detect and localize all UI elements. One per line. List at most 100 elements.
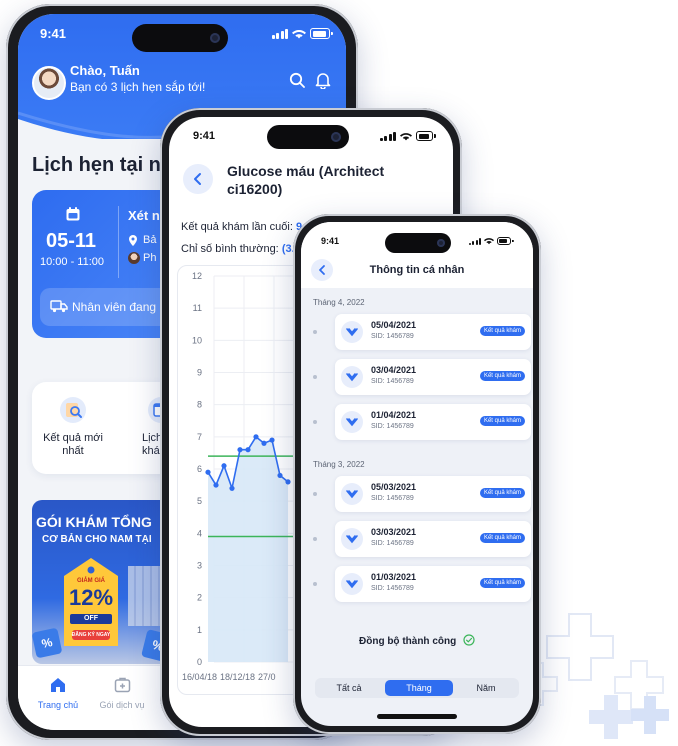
data-point	[277, 472, 283, 479]
appointment-count-text: Bạn có 3 lịch hẹn sắp tới!	[70, 80, 206, 94]
glucose-line-chart: 012345678910111216/04/18 18/12/18 27/0	[182, 271, 304, 682]
lab-logo-icon	[341, 366, 363, 388]
result-list-item[interactable]: 01/04/2021 SID: 1456789 Kết quả khám	[335, 404, 531, 440]
result-badge[interactable]: Kết quả khám	[479, 488, 525, 498]
y-tick-label: 3	[197, 561, 202, 571]
register-now-button[interactable]: ĐĂNG KÝ NGAY	[60, 632, 122, 638]
discount-off: OFF	[84, 615, 98, 622]
status-time: 9:41	[193, 130, 216, 142]
data-point	[261, 440, 267, 446]
tab-home[interactable]: Trang chủ	[28, 676, 88, 720]
result-badge[interactable]: Kết quả khám	[479, 416, 525, 426]
lab-logo-icon	[341, 573, 363, 595]
result-list-item[interactable]: 05/03/2021 SID: 1456789 Kết quả khám	[335, 476, 531, 512]
appointment-title: Xét n	[128, 208, 160, 223]
home-icon	[51, 678, 65, 692]
result-date: 05/04/2021	[371, 320, 417, 330]
last-result-label: Kết quả khám lần cuối:	[181, 221, 293, 233]
result-list-item[interactable]: 03/04/2021 SID: 1456789 Kết quả khám	[335, 359, 531, 395]
result-date: 03/04/2021	[371, 365, 417, 375]
home-indicator	[377, 714, 457, 719]
result-date: 03/03/2021	[371, 527, 417, 537]
result-list-item[interactable]: 03/03/2021 SID: 1456789 Kết quả khám	[335, 521, 531, 557]
data-point	[269, 437, 275, 443]
month-header: Tháng 3, 2022	[313, 460, 365, 469]
calendar-icon	[66, 207, 80, 221]
truck-icon	[50, 300, 68, 313]
decorative-cross-blue-2	[630, 695, 670, 735]
y-tick-label: 0	[197, 657, 202, 667]
wifi-icon	[292, 29, 306, 38]
package-icon	[114, 677, 131, 693]
bell-icon[interactable]	[315, 71, 331, 89]
decorative-cross-blue	[588, 694, 634, 740]
period-segmented-control: Tất cả Tháng Năm	[315, 678, 519, 698]
sync-status-text: Đồng bộ thành công	[359, 636, 457, 647]
discount-label: GIẢM GIÁ	[77, 578, 105, 584]
result-sid: SID: 1456789	[371, 378, 414, 385]
service-label-results: Kết quả mới nhất	[43, 432, 103, 457]
data-point	[205, 469, 211, 475]
promo-title: GÓI KHÁM TỔNG	[36, 514, 152, 530]
y-tick-label: 10	[192, 335, 202, 345]
tab-packages[interactable]: Gói dịch vụ	[92, 676, 152, 720]
result-sid: SID: 1456789	[371, 333, 414, 340]
last-result-row: Kết quả khám lần cuối: 9.	[181, 221, 305, 233]
signal-icon	[379, 131, 396, 141]
section-title: Lịch hẹn tại n	[32, 154, 161, 176]
personal-info-screen: 9:41 Thông tin cá nhân Tháng 4, 2022 05/0…	[301, 222, 533, 726]
percent-cube-left: %	[32, 627, 63, 659]
result-badge[interactable]: Kết quả khám	[479, 371, 525, 381]
back-button[interactable]	[183, 164, 213, 194]
avatar[interactable]	[32, 66, 66, 100]
phone-personal-info: 9:41 Thông tin cá nhân Tháng 4, 2022 05/0…	[293, 214, 541, 734]
appointment-doctor: Ph	[143, 252, 157, 264]
segment-month[interactable]: Tháng	[385, 680, 453, 696]
search-icon[interactable]	[289, 72, 305, 88]
location-pin-icon	[129, 235, 137, 246]
tab-home-label: Trang chủ	[37, 700, 79, 710]
result-badge[interactable]: Kết quả khám	[479, 533, 525, 543]
chart-area-fill	[208, 436, 288, 662]
lab-logo-icon	[341, 321, 363, 343]
y-tick-label: 9	[197, 368, 202, 378]
wifi-icon	[484, 238, 494, 245]
dynamic-island	[385, 233, 451, 253]
discount-value: 12%	[68, 585, 114, 610]
y-tick-label: 7	[197, 432, 202, 442]
status-icons	[271, 28, 333, 39]
segment-year[interactable]: Năm	[453, 678, 519, 698]
result-date: 01/03/2021	[371, 572, 417, 582]
lab-logo-icon	[341, 411, 363, 433]
segment-all[interactable]: Tất cả	[315, 678, 383, 698]
timeline-dot	[313, 582, 317, 586]
y-tick-label: 1	[197, 625, 202, 635]
timeline-dot	[313, 375, 317, 379]
x-tick-label: 18/12/18	[220, 672, 255, 682]
y-tick-label: 5	[197, 496, 202, 506]
result-sid: SID: 1456789	[371, 495, 414, 502]
y-tick-label: 6	[197, 464, 202, 474]
result-badge[interactable]: Kết quả khám	[479, 326, 525, 336]
result-badge[interactable]: Kết quả khám	[479, 578, 525, 588]
appointment-divider	[118, 206, 119, 278]
signal-icon	[468, 237, 481, 245]
month-header: Tháng 4, 2022	[313, 298, 365, 307]
result-date: 05/03/2021	[371, 482, 417, 492]
signal-icon	[271, 28, 288, 39]
result-list-item[interactable]: 01/03/2021 SID: 1456789 Kết quả khám	[335, 566, 531, 602]
discount-tag: GIẢM GIÁ 12% OFF ĐĂNG KÝ NGAY	[60, 556, 122, 650]
sync-status: Đồng bộ thành công	[301, 634, 533, 647]
y-tick-label: 8	[197, 400, 202, 410]
service-item-results[interactable]: Kết quả mới nhất	[34, 392, 112, 466]
data-point	[229, 485, 235, 491]
result-search-icon	[60, 397, 86, 423]
dynamic-island	[267, 125, 349, 149]
check-circle-icon	[463, 634, 475, 646]
doctor-avatar	[128, 252, 140, 264]
timeline-dot	[313, 537, 317, 541]
result-list-item[interactable]: 05/04/2021 SID: 1456789 Kết quả khám	[335, 314, 531, 350]
lab-logo-icon	[341, 528, 363, 550]
appointment-location: Bả	[143, 234, 157, 246]
chevron-left-icon	[194, 173, 201, 185]
